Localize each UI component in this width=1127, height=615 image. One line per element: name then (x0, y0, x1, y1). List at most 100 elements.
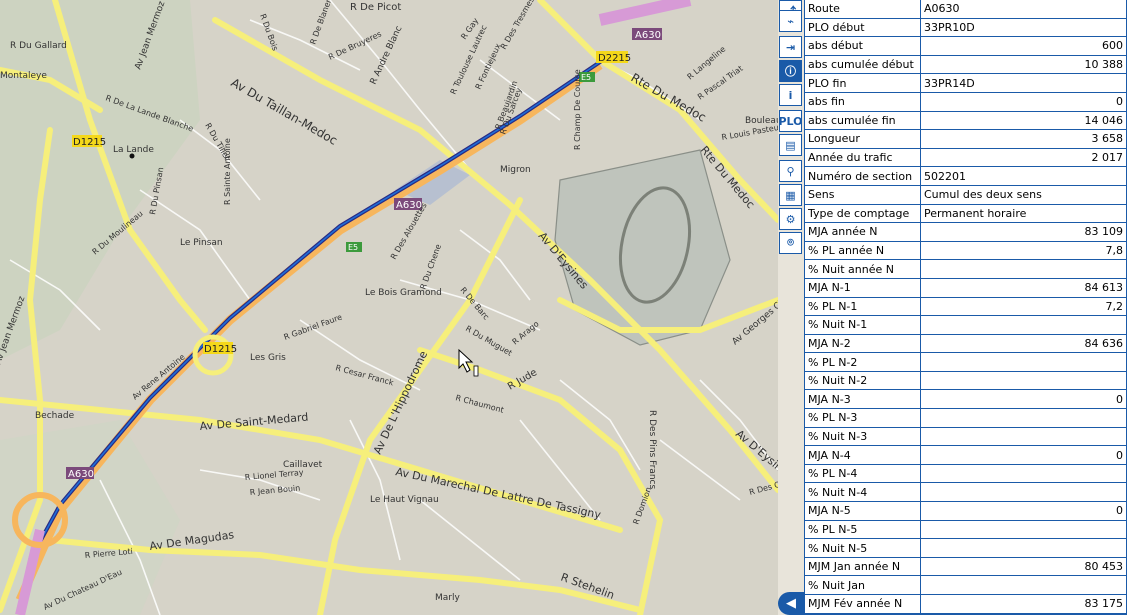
map-label: La Lande (113, 145, 154, 155)
map-label: R Sainte Antoine (223, 138, 232, 205)
info-row: % PL N-5 (805, 520, 1126, 540)
gear-icon[interactable]: ⚙ (779, 208, 802, 230)
search-icon: ⚲ (786, 164, 795, 178)
info-row: abs cumulée fin 14 046 (805, 111, 1126, 131)
info-row: MJA N-1 84 613 (805, 278, 1126, 298)
layers-icon: ▦ (785, 188, 796, 202)
info-row: % Nuit année N (805, 259, 1126, 279)
info-row-value: 600 (920, 36, 1126, 56)
info-row-value (920, 352, 1126, 372)
info-row-value: 10 388 (920, 55, 1126, 75)
info-row-label: % PL N-5 (805, 520, 921, 540)
info-row-label: MJA N-1 (805, 278, 921, 298)
info-row-value: 0 (920, 445, 1126, 465)
shield-text-4: D1215 (204, 344, 237, 355)
export-icon: ⇥ (785, 40, 796, 54)
camera-icon[interactable]: ⌾ (779, 232, 802, 254)
map-toolbar: ⤴⌁⇥ⓘiPLO▤⚲▦⚙⌾ (778, 0, 804, 615)
pdf-icon: ⌁ (787, 14, 794, 28)
info-row-value: Cumul des deux sens (920, 185, 1126, 205)
info-box-icon: i (788, 88, 793, 102)
info-row: Type de comptage Permanent horaire (805, 204, 1126, 224)
info-row: % Nuit Jan (805, 575, 1126, 595)
info-circle-icon[interactable]: ⓘ (779, 60, 802, 82)
info-row-label: abs fin (805, 92, 921, 112)
map-label: R Du Gallard (10, 41, 67, 51)
info-row: % Nuit N-1 (805, 315, 1126, 335)
ruler-icon[interactable]: ▤ (779, 134, 802, 156)
info-row-value (920, 408, 1126, 428)
map-label: Bechade (35, 411, 75, 421)
info-row-label: % PL N-3 (805, 408, 921, 428)
info-row: MJA année N 83 109 (805, 222, 1126, 242)
info-row-label: % Nuit N-1 (805, 315, 921, 335)
info-row: MJM Fév année N 83 175 (805, 594, 1126, 614)
info-row-value: 0 (920, 92, 1126, 112)
search-icon[interactable]: ⚲ (779, 160, 802, 182)
map-label: R Des Pins Francs (647, 410, 657, 490)
info-row-label: % Nuit N-2 (805, 371, 921, 391)
info-row-label: % Nuit N-3 (805, 427, 921, 447)
info-row-value: 3 658 (920, 129, 1126, 149)
map-label: R Champ De Course (573, 69, 582, 150)
plo-button[interactable]: PLO (778, 110, 803, 132)
info-row: PLO fin 33PR14D (805, 73, 1126, 93)
info-row-value: 0 (920, 501, 1126, 521)
info-row-label: % PL N-1 (805, 297, 921, 317)
export-icon[interactable]: ⇥ (779, 36, 802, 58)
shield-text-1: D2215 (598, 53, 631, 64)
info-row-value (920, 482, 1126, 503)
info-row-value (920, 575, 1126, 595)
info-row: Numéro de section 502201 (805, 166, 1126, 186)
info-row: abs cumulée début 10 388 (805, 55, 1126, 75)
info-row-value (920, 464, 1126, 484)
info-row-value: 7,2 (920, 297, 1126, 317)
info-row-value: 84 636 (920, 334, 1126, 354)
info-row: MJM Jan année N 80 453 (805, 557, 1126, 577)
shield-text-2: D1215 (73, 137, 106, 148)
ruler-icon: ▤ (785, 138, 796, 152)
layers-icon[interactable]: ▦ (779, 184, 802, 206)
pdf-icon[interactable]: ⌁ (779, 10, 802, 32)
info-row-label: MJA N-2 (805, 334, 921, 354)
plo-button-label: PLO (778, 114, 803, 128)
info-box-icon[interactable]: i (779, 84, 802, 106)
info-row-label: % PL N-4 (805, 464, 921, 484)
info-row: % PL N-2 (805, 352, 1126, 372)
info-row-label: Année du trafic (805, 148, 921, 168)
shield-text-5: A630 (68, 469, 94, 480)
info-row: abs fin 0 (805, 92, 1126, 112)
info-row-value (920, 371, 1126, 391)
gear-icon: ⚙ (785, 212, 796, 226)
info-row-label: Longueur (805, 129, 921, 149)
info-row-value: 502201 (920, 166, 1126, 186)
map-label: R De Picot (350, 2, 401, 13)
section-info-panel: Route A0630 PLO début 33PR10D abs début 600 ab… (804, 0, 1127, 615)
info-row-value (920, 315, 1126, 335)
map-label: Marly (435, 593, 460, 603)
info-row-value (920, 538, 1126, 558)
info-row-value: 83 175 (920, 594, 1126, 614)
info-row: MJA N-3 0 (805, 389, 1126, 410)
map-label: Les Gris (250, 353, 286, 363)
info-row-label: PLO début (805, 18, 921, 38)
info-circle-icon: ⓘ (785, 65, 796, 78)
info-row-label: MJA N-3 (805, 389, 921, 410)
info-row-label: MJA N-5 (805, 501, 921, 521)
collapse-panel-button[interactable]: ◀ (778, 592, 804, 615)
map-label: Montaleye (0, 71, 47, 81)
info-row: % PL N-1 7,2 (805, 297, 1126, 317)
info-row-value: 33PR14D (920, 73, 1126, 93)
info-row-value (920, 427, 1126, 447)
info-row-label: PLO fin (805, 73, 921, 93)
info-row: Année du trafic 2 017 (805, 148, 1126, 168)
map-canvas[interactable]: A630 D2215 D1215 A630 D1215 A630 E5 E5 R… (0, 0, 778, 615)
info-row-label: Type de comptage (805, 204, 921, 224)
info-row-value (920, 259, 1126, 279)
info-row-label: abs début (805, 36, 921, 56)
info-row: % PL N-4 (805, 464, 1126, 484)
info-row: % Nuit N-2 (805, 371, 1126, 391)
map-view[interactable]: A630 D2215 D1215 A630 D1215 A630 E5 E5 R… (0, 0, 778, 615)
info-row: Route A0630 (805, 0, 1126, 19)
chevron-left-icon: ◀ (786, 596, 796, 611)
